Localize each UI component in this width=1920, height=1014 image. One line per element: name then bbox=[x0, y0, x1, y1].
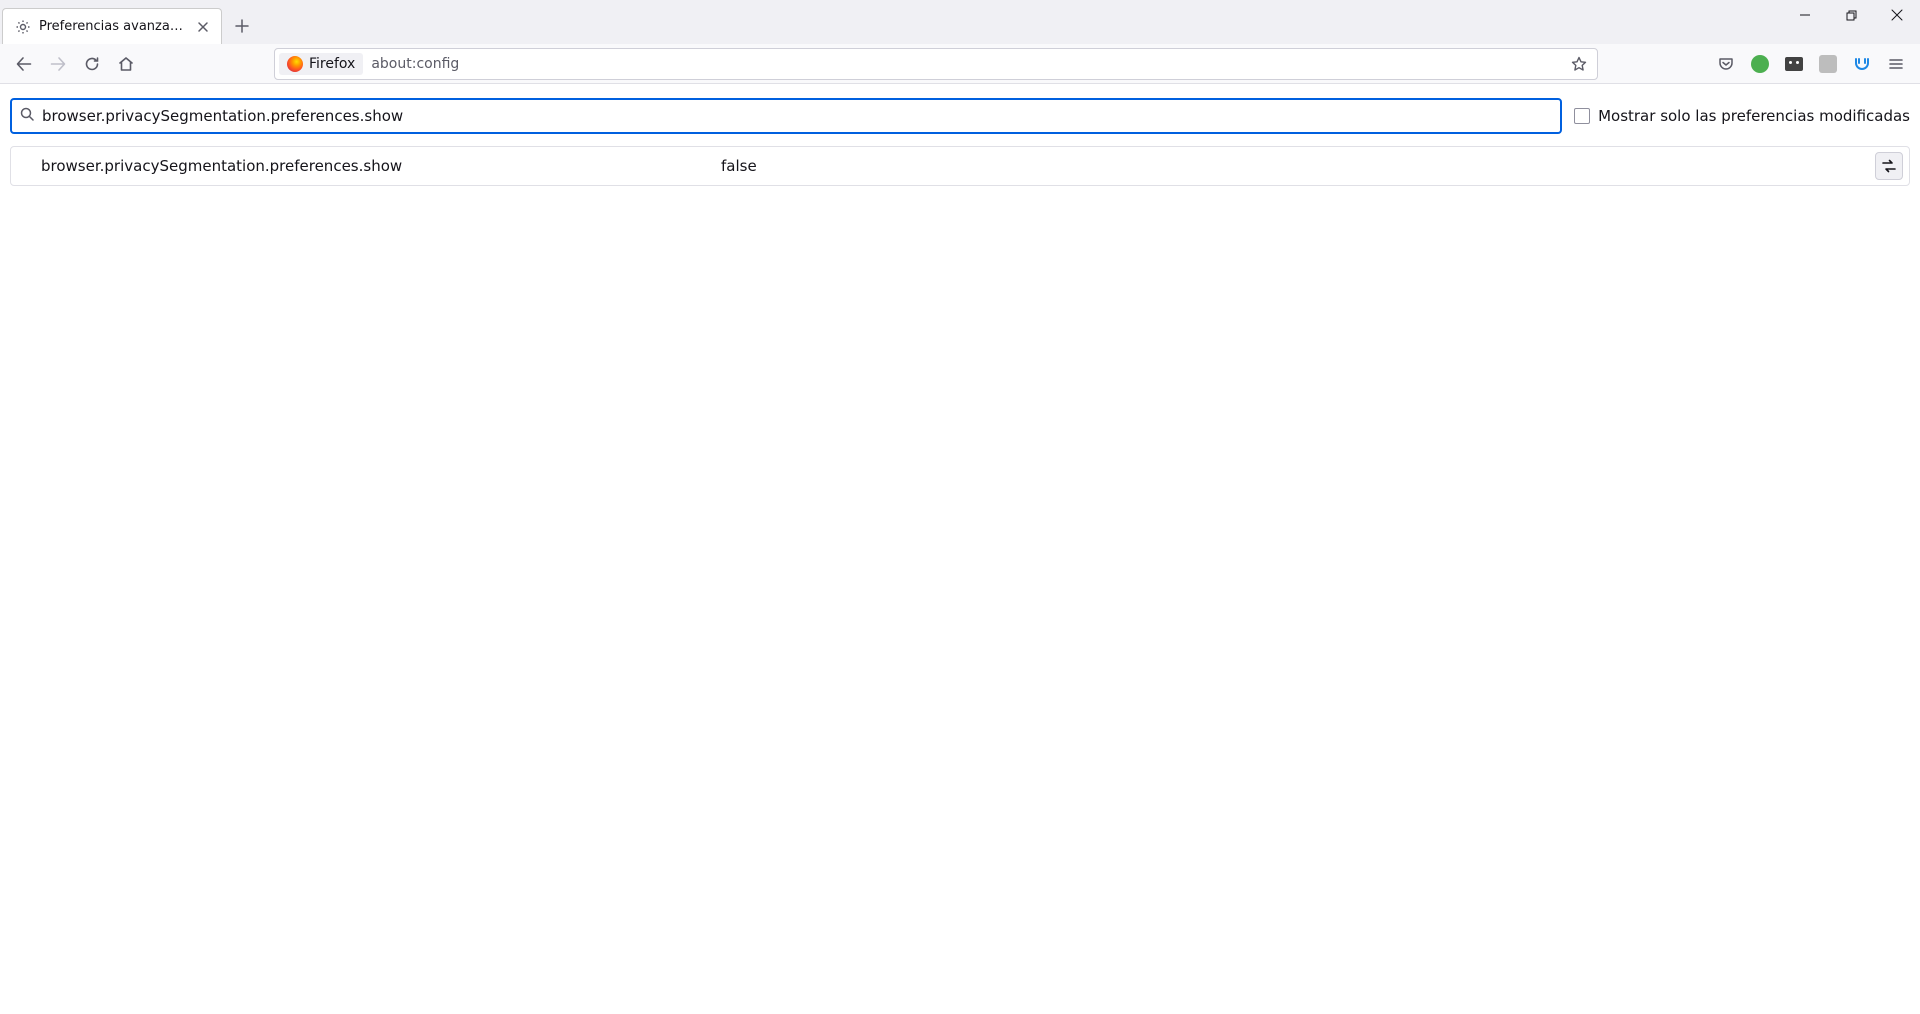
checkbox-icon bbox=[1574, 108, 1590, 124]
preference-value: false bbox=[721, 157, 1875, 175]
filter-label: Mostrar solo las preferencias modificada… bbox=[1598, 107, 1910, 125]
gear-icon bbox=[15, 19, 31, 35]
tab-close-button[interactable] bbox=[193, 17, 213, 37]
minimize-button[interactable] bbox=[1782, 0, 1828, 30]
app-menu-button[interactable] bbox=[1880, 48, 1912, 80]
extension-green-icon[interactable] bbox=[1744, 48, 1776, 80]
firefox-logo-icon bbox=[287, 56, 303, 72]
home-button[interactable] bbox=[110, 48, 142, 80]
search-input[interactable] bbox=[42, 107, 1552, 125]
extension-robot-icon[interactable] bbox=[1778, 48, 1810, 80]
titlebar: Preferencias avanzadas bbox=[0, 0, 1920, 44]
identity-label: Firefox bbox=[309, 56, 355, 72]
preference-list: browser.privacySegmentation.preferences.… bbox=[10, 146, 1910, 186]
url-text: about:config bbox=[369, 56, 1559, 72]
identity-box[interactable]: Firefox bbox=[279, 53, 363, 75]
reload-button[interactable] bbox=[76, 48, 108, 80]
tabs-area: Preferencias avanzadas bbox=[2, 0, 258, 44]
maximize-button[interactable] bbox=[1828, 0, 1874, 30]
close-window-button[interactable] bbox=[1874, 0, 1920, 30]
search-box bbox=[10, 98, 1562, 134]
urlbar-container: Firefox about:config bbox=[274, 48, 1598, 80]
browser-tab[interactable]: Preferencias avanzadas bbox=[2, 8, 222, 44]
content-area: Mostrar solo las preferencias modificada… bbox=[0, 84, 1920, 200]
toolbar-right bbox=[1710, 48, 1912, 80]
back-button[interactable] bbox=[8, 48, 40, 80]
preference-row[interactable]: browser.privacySegmentation.preferences.… bbox=[10, 146, 1910, 186]
preference-name: browser.privacySegmentation.preferences.… bbox=[41, 157, 721, 175]
extension-blue-icon[interactable] bbox=[1846, 48, 1878, 80]
window-controls bbox=[1782, 0, 1920, 30]
urlbar[interactable]: Firefox about:config bbox=[274, 48, 1598, 80]
pocket-button[interactable] bbox=[1710, 48, 1742, 80]
search-icon bbox=[20, 107, 34, 125]
new-tab-button[interactable] bbox=[226, 10, 258, 42]
filter-modified-checkbox[interactable]: Mostrar solo las preferencias modificada… bbox=[1574, 107, 1910, 125]
nav-toolbar: Firefox about:config bbox=[0, 44, 1920, 84]
search-row: Mostrar solo las preferencias modificada… bbox=[10, 98, 1910, 134]
tab-title: Preferencias avanzadas bbox=[39, 19, 185, 34]
bookmark-button[interactable] bbox=[1565, 50, 1593, 78]
toggle-button[interactable] bbox=[1875, 152, 1903, 180]
forward-button[interactable] bbox=[42, 48, 74, 80]
extension-gray-icon[interactable] bbox=[1812, 48, 1844, 80]
